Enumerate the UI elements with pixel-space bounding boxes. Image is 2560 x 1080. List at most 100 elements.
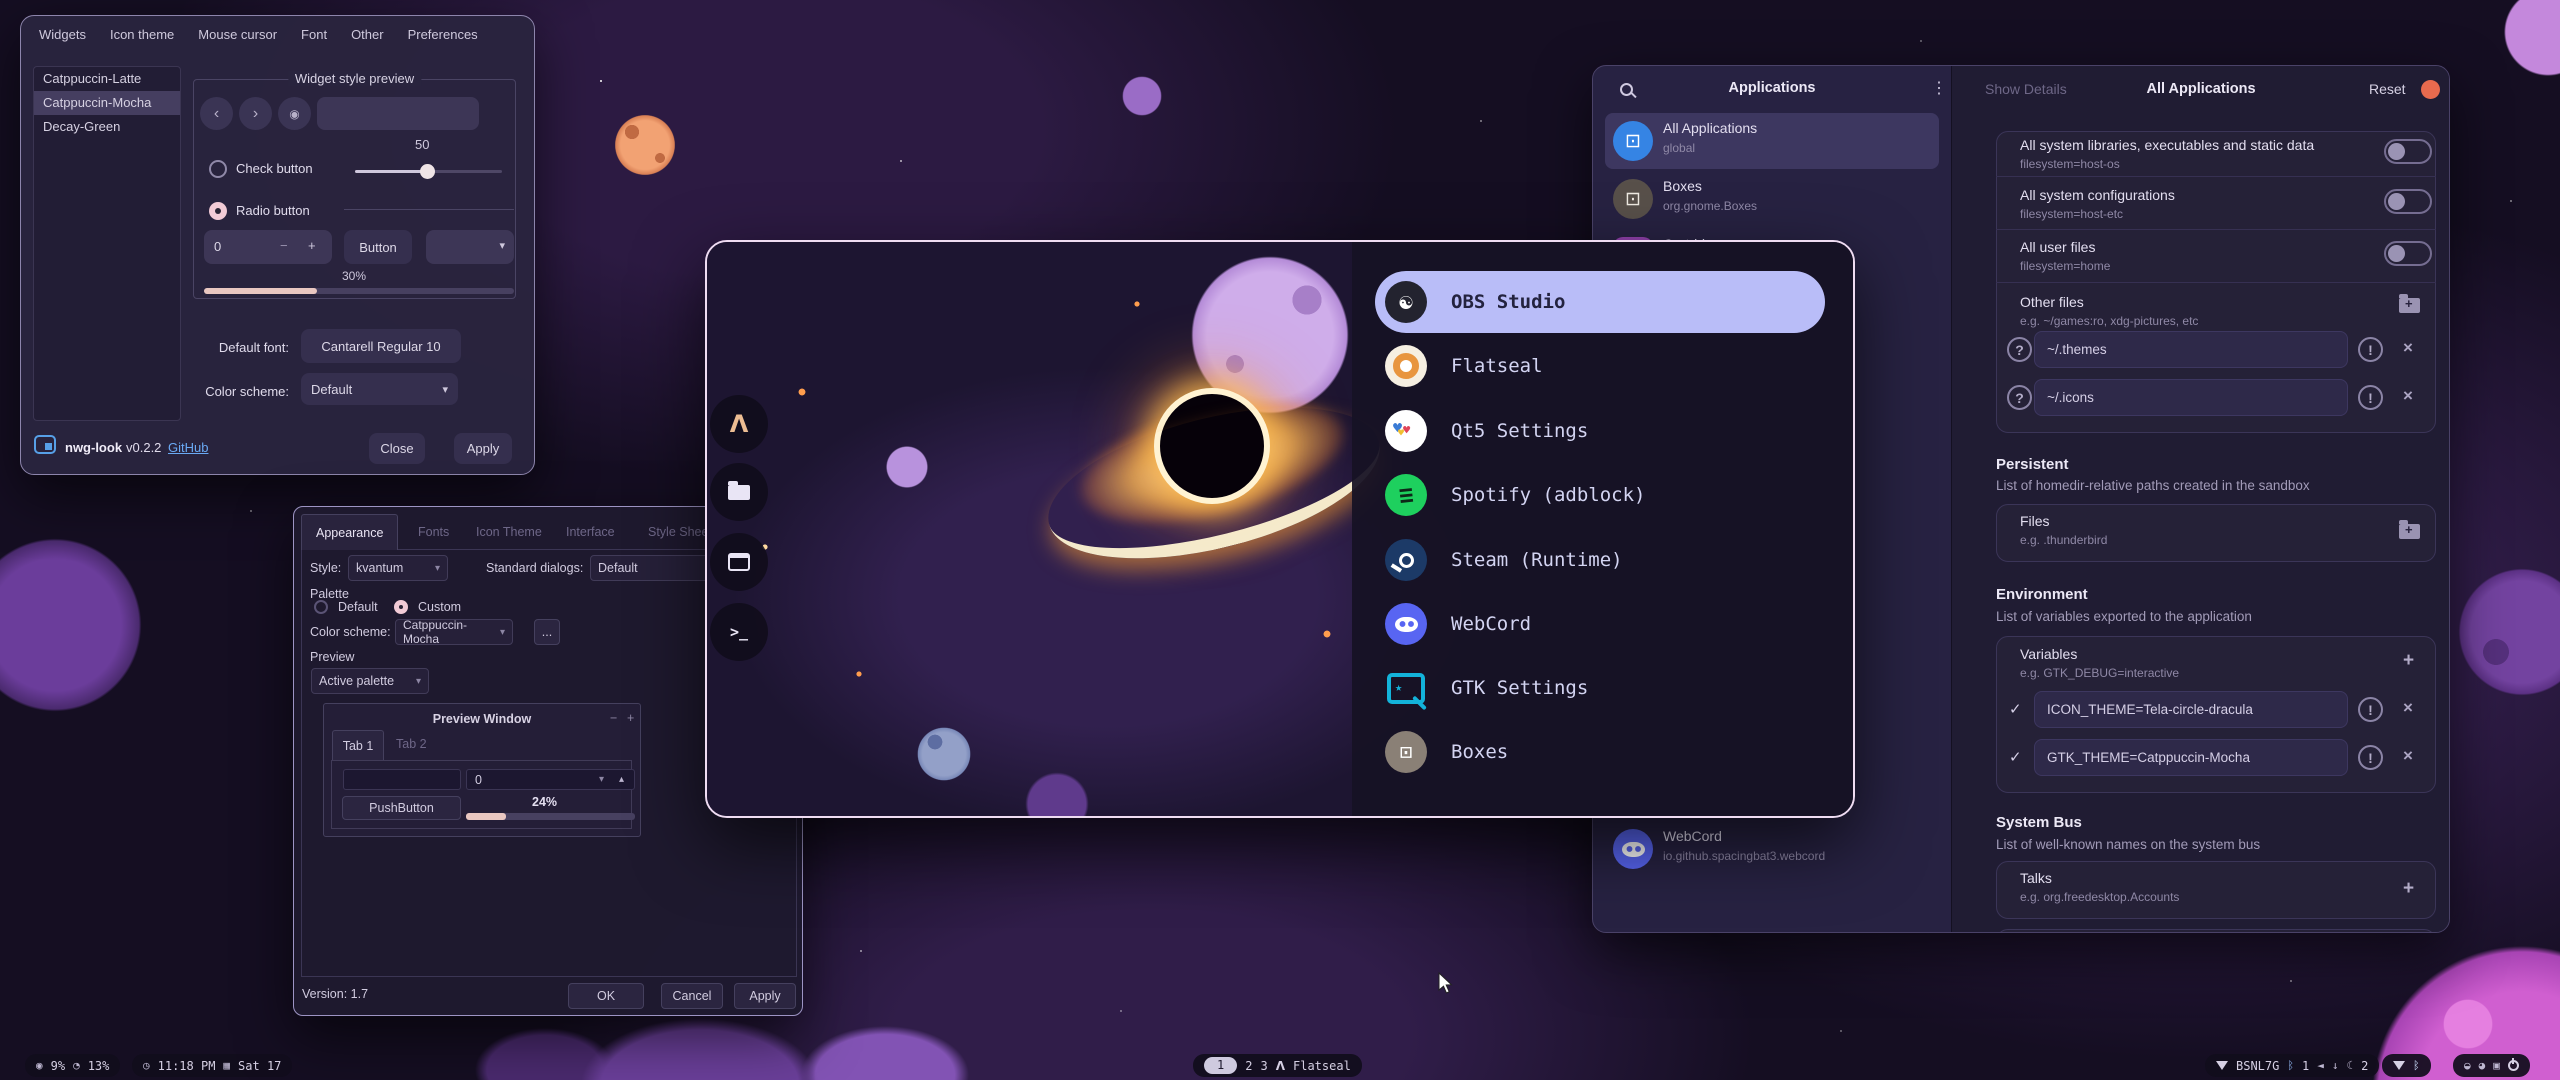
warning-icon[interactable]: ! xyxy=(2358,697,2383,722)
maximize-icon[interactable]: + xyxy=(627,711,634,725)
launcher-item-webcord[interactable]: WebCord xyxy=(1375,593,1825,655)
help-icon[interactable]: ? xyxy=(2007,337,2032,362)
cancel-button[interactable]: Cancel xyxy=(661,983,723,1009)
theme-item-mocha-selected[interactable]: Catppuccin-Mocha xyxy=(34,91,180,115)
tab-icon-theme[interactable]: Icon Theme xyxy=(462,514,556,550)
palette-default-radio[interactable] xyxy=(314,600,328,614)
back-button[interactable]: ‹ xyxy=(200,97,233,130)
spin-button[interactable]: 0 − + xyxy=(204,230,332,264)
path-entry[interactable]: ~/.icons xyxy=(2034,379,2348,416)
warning-icon[interactable]: ! xyxy=(2358,337,2383,362)
spin-minus-icon[interactable]: − xyxy=(280,238,288,253)
github-link[interactable]: GitHub xyxy=(168,440,208,455)
launcher-item-flatseal[interactable]: Flatseal xyxy=(1375,335,1825,397)
kebab-menu-icon[interactable]: ⋮ xyxy=(1931,78,1947,98)
toggle-home[interactable] xyxy=(2384,241,2432,266)
record-button[interactable]: ◉ xyxy=(278,97,311,130)
close-button[interactable]: Close xyxy=(369,433,425,464)
remove-icon[interactable]: × xyxy=(2403,698,2413,718)
style-dropdown[interactable]: kvantum▾ xyxy=(348,555,448,581)
preview-combo[interactable]: ▾ xyxy=(426,230,514,264)
preview-spinbox[interactable]: 0 ▾ ▴ xyxy=(466,769,635,790)
category-terminal-button[interactable]: >_ xyxy=(710,603,768,661)
sidebar-item-all-applications[interactable]: ⊡ All Applications global xyxy=(1605,113,1939,169)
push-button[interactable]: PushButton xyxy=(342,796,461,820)
sidebar-item-boxes[interactable]: ⊡ Boxes org.gnome.Boxes xyxy=(1605,171,1939,227)
theme-item-latte[interactable]: Catppuccin-Latte xyxy=(34,67,180,91)
toggle-host-etc[interactable] xyxy=(2384,189,2432,214)
tab-interface[interactable]: Interface xyxy=(552,514,629,550)
tab-label: Interface xyxy=(566,525,615,539)
reset-button[interactable]: Reset xyxy=(2369,81,2406,97)
forward-button[interactable]: › xyxy=(239,97,272,130)
menu-other[interactable]: Other xyxy=(351,27,384,42)
launcher-item-spotify[interactable]: ≡ Spotify (adblock) xyxy=(1375,464,1825,526)
active-palette-dropdown[interactable]: Active palette▾ xyxy=(311,668,429,694)
add-folder-icon[interactable] xyxy=(2399,298,2420,313)
permission-title: All system configurations xyxy=(2020,187,2175,203)
remove-icon[interactable]: × xyxy=(2403,746,2413,766)
category-windows-button[interactable] xyxy=(710,533,768,591)
preview-tab-2[interactable]: Tab 2 xyxy=(396,737,427,751)
help-icon[interactable]: ? xyxy=(2007,385,2032,410)
launcher-item-steam[interactable]: Steam (Runtime) xyxy=(1375,529,1825,591)
tab-fonts[interactable]: Fonts xyxy=(404,514,463,550)
ok-button[interactable]: OK xyxy=(568,983,644,1009)
palette-custom-radio[interactable] xyxy=(394,600,408,614)
launcher-item-qt5-settings[interactable]: ♥ ♥ ♥ Qt5 Settings xyxy=(1375,400,1825,462)
category-files-button[interactable] xyxy=(710,463,768,521)
launcher-item-obs[interactable]: ☯ OBS Studio xyxy=(1375,271,1825,333)
warning-icon[interactable]: ! xyxy=(2358,385,2383,410)
preview-button[interactable]: Button xyxy=(344,230,412,264)
tray-module[interactable]: ◒ ◕ ▣ xyxy=(2453,1054,2530,1077)
default-font-button[interactable]: Cantarell Regular 10 xyxy=(301,329,461,363)
preview-entry[interactable] xyxy=(317,97,479,130)
color-scheme-dropdown[interactable]: Catppuccin-Mocha▾ xyxy=(395,619,513,645)
tab-appearance[interactable]: Appearance xyxy=(301,514,398,550)
remove-icon[interactable]: × xyxy=(2403,386,2413,406)
variables-title: Variables xyxy=(2020,646,2077,662)
variable-entry[interactable]: ICON_THEME=Tela-circle-dracula xyxy=(2034,691,2348,728)
toggle-host-os[interactable] xyxy=(2384,139,2432,164)
preview-line-edit[interactable] xyxy=(343,769,461,790)
remove-icon[interactable]: × xyxy=(2403,338,2413,358)
preview-tab-1[interactable]: Tab 1 xyxy=(332,730,384,761)
close-button[interactable] xyxy=(2421,80,2440,99)
add-talk-icon[interactable]: + xyxy=(2403,878,2414,900)
spin-up-icon[interactable]: ▴ xyxy=(619,774,624,785)
menu-preferences[interactable]: Preferences xyxy=(408,27,478,42)
system-stats-module[interactable]: ◉9% ◔13% xyxy=(25,1054,120,1077)
apply-button[interactable]: Apply xyxy=(734,983,796,1009)
tray-radios-module[interactable]: ᛒ xyxy=(2382,1054,2431,1077)
warning-icon[interactable]: ! xyxy=(2358,745,2383,770)
category-apps-button[interactable]: Λ xyxy=(710,395,768,453)
apply-button[interactable]: Apply xyxy=(454,433,512,464)
workspace-2[interactable]: 2 xyxy=(1245,1059,1252,1073)
spin-plus-icon[interactable]: + xyxy=(308,238,316,253)
radio-button-control[interactable] xyxy=(209,202,227,220)
color-scheme-dropdown[interactable]: Default ▾ xyxy=(301,373,458,405)
launcher-item-boxes[interactable]: ⊡ Boxes xyxy=(1375,721,1825,783)
sidebar-item-title: Boxes xyxy=(1663,178,1702,194)
menu-icon-theme[interactable]: Icon theme xyxy=(110,27,174,42)
launcher-item-gtk-settings[interactable]: GTK Settings xyxy=(1375,657,1825,719)
theme-item-decay[interactable]: Decay-Green xyxy=(34,115,180,139)
add-variable-icon[interactable]: + xyxy=(2403,650,2414,672)
spin-down-icon[interactable]: ▾ xyxy=(599,774,604,785)
clock-module[interactable]: ◷11:18 PM ▦Sat 17 xyxy=(132,1054,292,1077)
menu-mouse-cursor[interactable]: Mouse cursor xyxy=(198,27,277,42)
workspace-1-active[interactable]: 1 xyxy=(1204,1057,1237,1074)
add-folder-icon[interactable] xyxy=(2399,524,2420,539)
workspace-3[interactable]: 3 xyxy=(1260,1059,1267,1073)
minimize-icon[interactable]: − xyxy=(610,711,617,725)
variable-entry[interactable]: GTK_THEME=Catppuccin-Mocha xyxy=(2034,739,2348,776)
menu-widgets[interactable]: Widgets xyxy=(39,27,86,42)
status-module[interactable]: BSNL7G ᛒ 1 ◄ ↓ ☾ 2 xyxy=(2205,1054,2379,1077)
scheme-more-button[interactable]: ... xyxy=(534,619,560,645)
heart-glyph: ♥ xyxy=(1403,423,1410,437)
slider-knob[interactable] xyxy=(420,164,435,179)
check-button-control[interactable] xyxy=(209,160,227,178)
path-entry[interactable]: ~/.themes xyxy=(2034,331,2348,368)
sidebar-item-webcord[interactable]: WebCord io.github.spacingbat3.webcord xyxy=(1605,821,1939,877)
menu-font[interactable]: Font xyxy=(301,27,327,42)
